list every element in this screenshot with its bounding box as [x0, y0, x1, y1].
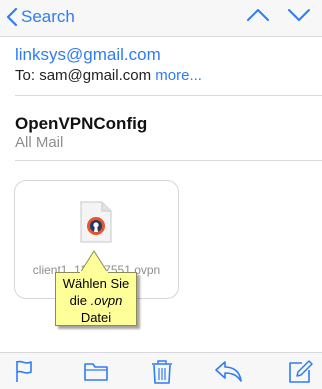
navigation-bar: Search	[0, 0, 322, 37]
message-folder: All Mail	[15, 134, 64, 151]
callout-line-2-prefix: die	[69, 293, 91, 308]
callout-box: Wählen Sie die .ovpn Datei	[55, 272, 137, 326]
compose-icon[interactable]	[287, 359, 313, 385]
sender-address[interactable]: linksys@gmail.com	[15, 45, 315, 65]
to-prefix: To:	[15, 67, 40, 84]
reply-icon[interactable]	[214, 359, 244, 383]
back-button[interactable]: Search	[6, 6, 75, 28]
callout-extension: .ovpn	[90, 293, 123, 308]
recipient-address: sam@gmail.com	[39, 67, 152, 84]
subject-divider	[15, 160, 322, 161]
callout-line-1: Wählen Sie	[62, 276, 130, 291]
trash-icon[interactable]	[150, 359, 174, 385]
callout-line-2: die .ovpn	[56, 292, 136, 309]
next-message-chevron-down-icon[interactable]	[287, 7, 311, 23]
recipient-line: To: sam@gmail.com more...	[15, 67, 315, 85]
callout-pointer-join	[80, 271, 108, 275]
previous-message-chevron-up-icon[interactable]	[246, 7, 270, 23]
chevron-left-icon	[6, 7, 18, 27]
header-divider	[15, 95, 322, 96]
more-link[interactable]: more...	[155, 67, 202, 84]
back-label: Search	[21, 7, 75, 26]
message-subject: OpenVPNConfig	[15, 114, 148, 133]
folder-icon[interactable]	[83, 359, 109, 383]
callout-line-3: Datei	[80, 310, 112, 325]
bottom-toolbar	[0, 352, 322, 389]
flag-icon[interactable]	[14, 359, 34, 383]
ovpn-file-icon	[80, 201, 112, 243]
message-header: linksys@gmail.com To: sam@gmail.com more…	[15, 45, 315, 85]
